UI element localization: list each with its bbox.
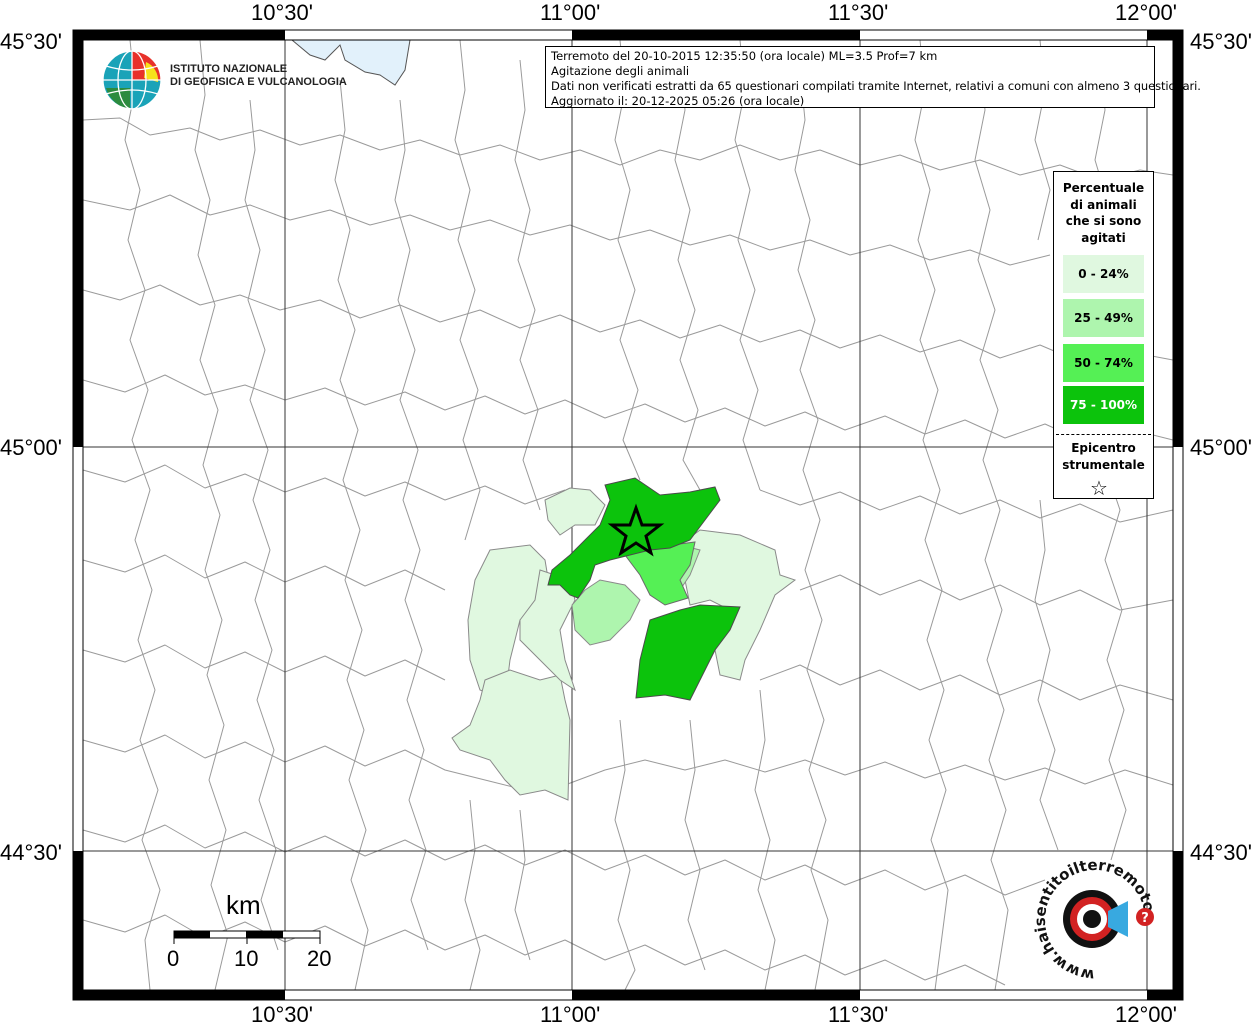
- legend-divider: [1056, 434, 1151, 435]
- legend-class-75-100: 75 - 100%: [1063, 386, 1144, 424]
- map-subject: Agitazione degli animali: [551, 64, 690, 78]
- legend-class-50-74: 50 - 74%: [1063, 344, 1144, 382]
- legend-class-0-24: 0 - 24%: [1063, 255, 1144, 293]
- ingv-logo-line2: DI GEOFISICA E VULCANOLOGIA: [170, 75, 347, 88]
- scale-bar-graphic: [173, 930, 321, 944]
- legend-title-line: agitati: [1081, 230, 1126, 245]
- ingv-logo-text: ISTITUTO NAZIONALE DI GEOFISICA E VULCAN…: [170, 63, 347, 88]
- ingv-logo-line1: ISTITUTO NAZIONALE: [170, 63, 288, 75]
- data-note: Dati non verificati estratti da 65 quest…: [551, 79, 1201, 93]
- epicenter-legend-title: Epicentro strumentale: [1054, 440, 1153, 473]
- tick-left-1: 45°30': [0, 29, 62, 54]
- tick-bottom-4: 12°00': [1115, 1002, 1177, 1027]
- epicenter-title-line: Epicentro: [1071, 441, 1136, 455]
- svg-text:?: ?: [1141, 911, 1149, 926]
- tick-top-2: 11°00': [540, 0, 601, 25]
- tick-top-3: 11°30': [828, 0, 889, 25]
- tick-bottom-1: 10°30': [251, 1002, 313, 1027]
- tick-top-4: 12°00': [1115, 0, 1177, 25]
- tick-right-1: 45°30': [1190, 29, 1252, 54]
- scale-label-20: 20: [307, 946, 332, 971]
- legend-class-label: 75 - 100%: [1069, 398, 1138, 412]
- tick-left-3: 44°30': [0, 840, 62, 865]
- legend-class-label: 0 - 24%: [1078, 267, 1129, 281]
- tick-top-1: 10°30': [251, 0, 313, 25]
- tick-right-2: 45°00': [1190, 435, 1252, 460]
- legend-title: Percentuale di animali che si sono agita…: [1054, 180, 1153, 246]
- earthquake-info-box: Terremoto del 20-10-2015 12:35:50 (ora l…: [545, 46, 1201, 108]
- legend-class-label: 50 - 74%: [1074, 356, 1133, 370]
- legend: Percentuale di animali che si sono agita…: [1053, 171, 1154, 499]
- scale-unit: km: [226, 890, 261, 920]
- earthquake-title: Terremoto del 20-10-2015 12:35:50 (ora l…: [551, 49, 938, 63]
- ingv-globe-icon: [102, 50, 162, 110]
- epicenter-star-icon: ☆: [1090, 476, 1108, 500]
- update-timestamp: Aggiornato il: 20-12-2025 05:26 (ora loc…: [551, 94, 805, 108]
- tick-right-3: 44°30': [1190, 840, 1252, 865]
- tick-bottom-3: 11°30': [828, 1002, 889, 1027]
- legend-class-label: 25 - 49%: [1074, 311, 1133, 325]
- hst-logo: www.haisentitoilterremoto.it ?: [1030, 855, 1159, 984]
- scale-label-0: 0: [167, 946, 180, 971]
- legend-class-25-49: 25 - 49%: [1063, 299, 1144, 337]
- legend-title-line: di animali: [1070, 197, 1137, 212]
- legend-title-line: Percentuale: [1062, 181, 1145, 195]
- scale-label-10: 10: [234, 946, 259, 971]
- tick-bottom-2: 11°00': [540, 1002, 601, 1027]
- tick-left-2: 45°00': [0, 435, 62, 460]
- epicenter-title-line: strumentale: [1062, 457, 1145, 472]
- legend-title-line: che si sono: [1065, 214, 1142, 228]
